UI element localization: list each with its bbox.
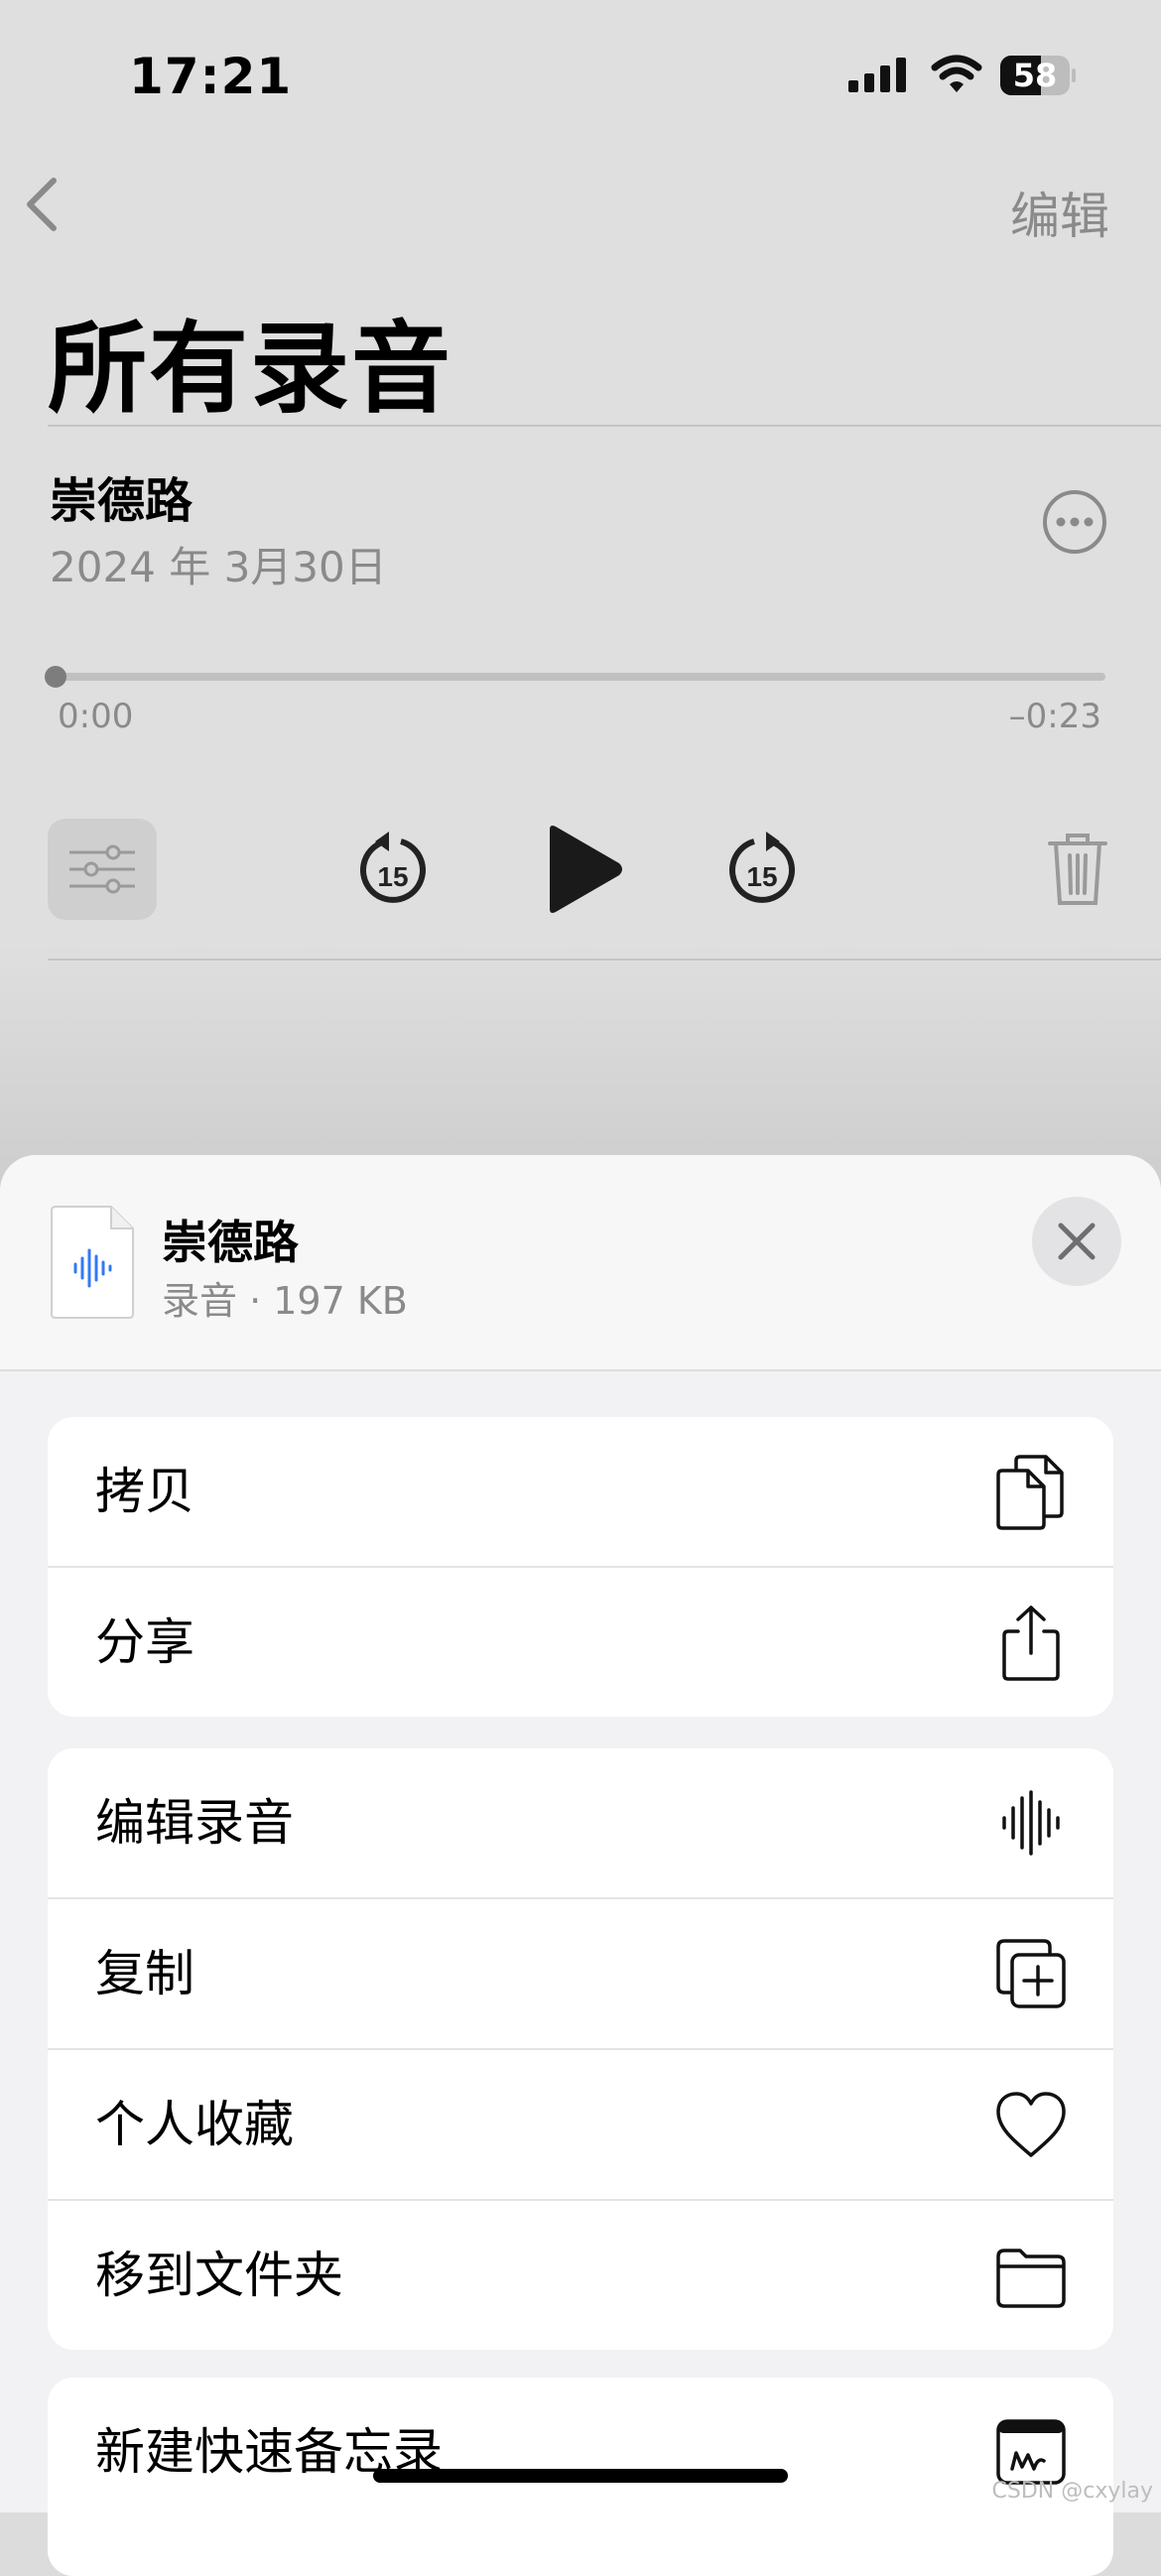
watermark: CSDN @cxylay	[991, 2479, 1153, 2504]
close-button[interactable]	[1032, 1197, 1121, 1286]
recording-date: 2024 年 3月30日	[50, 543, 387, 591]
action-edit-recording[interactable]: 编辑录音	[48, 1748, 1113, 1899]
action-duplicate[interactable]: 复制	[48, 1899, 1113, 2050]
battery-percent: 58	[1012, 57, 1058, 94]
back-chevron-icon[interactable]	[22, 175, 62, 234]
skip-back-button[interactable]: 15	[355, 830, 431, 909]
action-favorite[interactable]: 个人收藏	[48, 2050, 1113, 2201]
action-label: 个人收藏	[95, 2096, 294, 2153]
skip-forward-button[interactable]: 15	[724, 830, 800, 909]
cellular-signal-icon	[848, 58, 906, 92]
heart-icon	[996, 2092, 1066, 2157]
sheet-item-subtitle: 录音 · 197 KB	[162, 1279, 408, 1323]
waveform-icon	[1002, 1790, 1060, 1856]
playback-scrubber[interactable]	[56, 673, 1105, 681]
page-title: 所有录音	[48, 311, 452, 427]
audio-file-icon	[51, 1206, 134, 1319]
edit-button[interactable]: 编辑	[1010, 177, 1109, 248]
action-copy[interactable]: 拷贝	[48, 1417, 1113, 1568]
divider	[48, 959, 1161, 961]
action-label: 拷贝	[95, 1463, 194, 1520]
recording-title[interactable]: 崇德路	[50, 461, 193, 531]
skip-forward-15-icon: 15	[729, 832, 795, 903]
action-group-2: 编辑录音 复制 个人收藏 移到文件夹	[48, 1748, 1113, 2350]
action-label: 复制	[95, 1945, 194, 2002]
status-time: 17:21	[129, 48, 293, 105]
more-options-icon[interactable]	[1042, 489, 1107, 555]
trash-icon[interactable]	[1046, 830, 1109, 909]
wifi-icon	[931, 55, 982, 92]
home-indicator[interactable]	[373, 2469, 788, 2483]
action-share[interactable]: 分享	[48, 1568, 1113, 1717]
sliders-icon	[69, 844, 135, 894]
playback-settings-button[interactable]	[48, 819, 157, 920]
action-label: 编辑录音	[95, 1794, 294, 1852]
divider	[48, 425, 1161, 427]
copy-icon	[996, 1455, 1064, 1530]
action-group-1: 拷贝 分享	[48, 1417, 1113, 1717]
action-new-quick-note[interactable]: 新建快速备忘录	[48, 2378, 1113, 2526]
play-icon[interactable]	[544, 824, 623, 915]
remaining-time: –0:23	[1008, 697, 1101, 736]
share-icon	[1002, 1606, 1060, 1681]
sheet-item-title: 崇德路	[162, 1216, 299, 1269]
close-icon	[1058, 1223, 1096, 1260]
svg-text:15: 15	[377, 861, 408, 892]
action-label: 分享	[95, 1613, 194, 1671]
action-label: 移到文件夹	[95, 2247, 343, 2304]
svg-text:15: 15	[746, 861, 777, 892]
duplicate-icon	[996, 1939, 1066, 2008]
elapsed-time: 0:00	[58, 697, 134, 736]
battery-indicator: 58	[1000, 56, 1076, 95]
skip-back-15-icon: 15	[360, 832, 426, 903]
scrubber-handle[interactable]	[45, 666, 66, 688]
action-label: 新建快速备忘录	[95, 2423, 443, 2481]
folder-icon	[996, 2249, 1066, 2308]
action-move-to-folder[interactable]: 移到文件夹	[48, 2201, 1113, 2350]
